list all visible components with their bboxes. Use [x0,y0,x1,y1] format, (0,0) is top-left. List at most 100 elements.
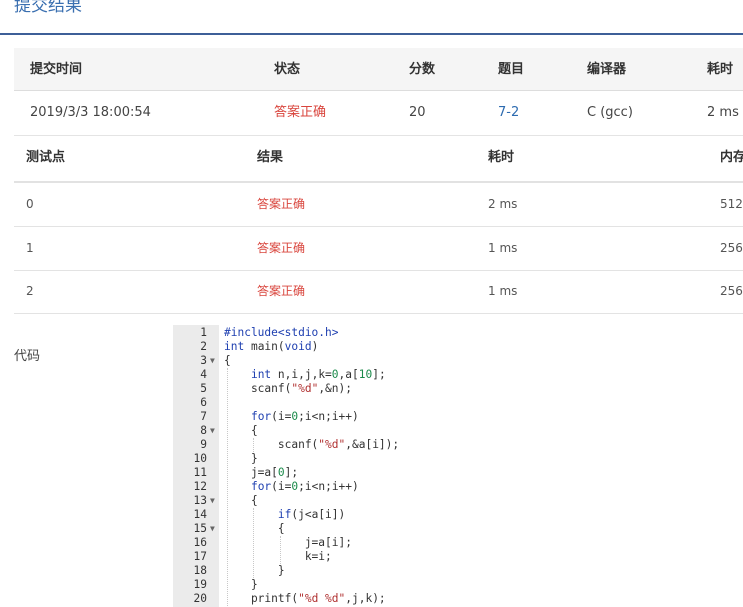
code-text: { [224,424,258,437]
test-time: 2 ms [488,197,518,211]
summary-header-row: 提交时间 状态 分数 题目 编译器 耗时 [14,48,743,91]
table-row: 1 答案正确 1 ms 256 [14,227,743,271]
test-case-header-row: 测试点 结果 耗时 内存 [14,135,743,183]
code-text: k=i; [224,550,332,563]
code-line: 11 j=a[0]; [173,466,743,480]
code-line: 5 scanf("%d",&n); [173,382,743,396]
header-problem: 题目 [498,62,525,77]
code-text: j=a[i]; [224,536,352,549]
code-line: 1 #include<stdio.h> [173,326,743,340]
code-line: 19 } [173,578,743,592]
code-line: 17 k=i; [173,550,743,564]
code-line: 18 } [173,564,743,578]
fold-toggle-icon[interactable]: ▼ [210,424,215,438]
header-result: 结果 [257,150,284,165]
code-text: { [224,354,231,367]
code-text: printf("%d %d",j,k); [224,592,386,605]
code-line: 2 int main(void) [173,340,743,354]
code-text: } [224,452,258,465]
compiler-value: C (gcc) [587,105,633,120]
table-row: 0 答案正确 2 ms 512 [14,183,743,227]
code-text: } [224,564,285,577]
line-number: 5 [200,382,207,395]
header-status: 状态 [274,62,301,77]
code-viewer[interactable]: 1 #include<stdio.h> 2 int main(void) 3 ▼{4 in… [173,325,743,607]
test-point-id: 0 [26,197,34,211]
code-line: 7 for(i=0;i<n;i++) [173,410,743,424]
test-memory: 256 [720,241,743,255]
submit-time: 2019/3/3 18:00:54 [30,105,151,120]
duration-value: 2 ms [707,105,739,120]
indent-guide [252,438,254,452]
test-result: 答案正确 [257,284,306,298]
header-score: 分数 [409,62,436,77]
code-text: j=a[0]; [224,466,299,479]
code-line: 14 if(j<a[i]) [173,508,743,522]
line-number: 6 [200,396,207,409]
line-number: 8 [200,424,207,437]
test-memory: 256 [720,284,743,298]
code-text: { [224,494,258,507]
test-point-id: 1 [26,241,34,255]
code-line: 3 ▼ { [173,354,743,368]
line-number: 20 [193,592,207,605]
code-text: if(j<a[i]) [277,508,346,521]
score-value: 20 [409,105,426,120]
line-number: 11 [193,466,207,479]
code-line: 16 j=a[i]; [173,536,743,550]
code-text: int n,i,j,k=0,a[10]; [250,368,386,381]
line-number: 18 [193,564,207,577]
line-number: 16 [193,536,207,549]
code-line: 8 ▼ { [173,424,743,438]
header-time: 耗时 [488,150,515,165]
code-line: 4 int n,i,j,k=0,a[10]; [173,368,743,382]
code-text: for(i=0;i<n;i++) [250,410,359,423]
line-number: 13 [193,494,207,507]
header-compiler: 编译器 [587,62,627,77]
indent-guide [252,508,254,578]
fold-toggle-icon[interactable]: ▼ [210,522,215,536]
line-number: 7 [200,410,207,423]
code-line: 10 } [173,452,743,466]
code-line: 13 ▼ { [173,494,743,508]
code-text: for(i=0;i<n;i++) [250,480,359,493]
code-text: { [224,522,285,535]
test-result: 答案正确 [257,197,306,211]
indent-guide [227,368,228,606]
indent-guide [279,536,281,564]
code-label: 代码 [14,349,41,364]
problem-link[interactable]: 7-2 [498,91,519,135]
line-number: 17 [193,550,207,563]
test-time: 1 ms [488,284,518,298]
line-number: 15 [193,522,207,535]
test-time: 1 ms [488,241,518,255]
line-number: 1 [200,326,207,339]
line-number: 3 [200,354,207,367]
title-divider [0,33,743,35]
code-text: int main(void) [224,340,319,353]
line-number: 10 [193,452,207,465]
header-submit-time: 提交时间 [30,62,83,77]
code-line: 12 for(i=0;i<n;i++) [173,480,743,494]
fold-toggle-icon[interactable]: ▼ [210,494,215,508]
line-number: 2 [200,340,207,353]
header-duration: 耗时 [707,62,734,77]
code-text: } [224,578,258,591]
line-number: 14 [193,508,207,521]
table-row: 2 答案正确 1 ms 256 [14,270,743,314]
line-number: 4 [200,368,207,381]
header-test-point: 测试点 [26,150,66,165]
page-title: 提交结果 [14,0,82,16]
code-line: 9 scanf("%d",&a[i]); [173,438,743,452]
line-number: 12 [193,480,207,493]
fold-toggle-icon[interactable]: ▼ [210,354,215,368]
summary-data-row: 2019/3/3 18:00:54 答案正确 20 7-2 C (gcc) 2 … [14,91,743,136]
line-number: 9 [200,438,207,451]
code-line: 15 ▼ { [173,522,743,536]
header-memory: 内存 [720,150,743,165]
code-text: scanf("%d",&a[i]); [224,438,400,451]
test-memory: 512 [720,197,743,211]
line-number: 19 [193,578,207,591]
code-text: #include<stdio.h> [224,326,339,339]
test-result: 答案正确 [257,241,306,255]
